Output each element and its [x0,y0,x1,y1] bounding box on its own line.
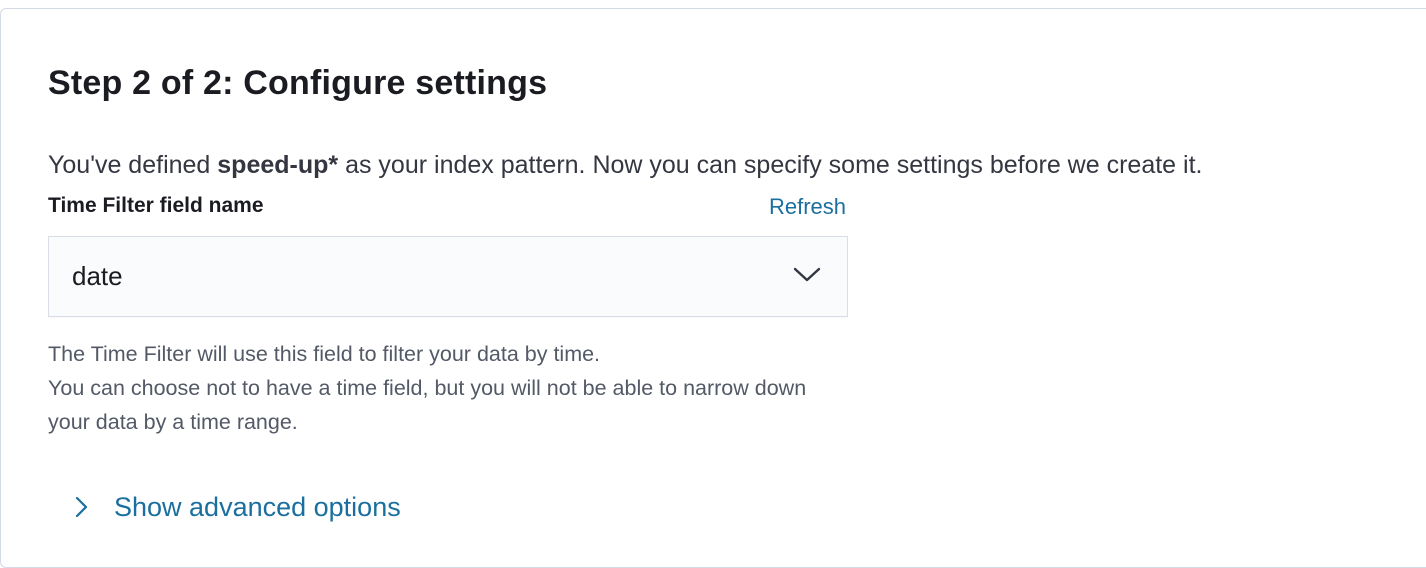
time-field-select[interactable]: date [48,236,848,317]
help-line-2: You can choose not to have a time field,… [48,376,807,434]
help-line-1: The Time Filter will use this field to f… [48,342,601,366]
index-pattern-name: speed-up* [217,151,339,179]
refresh-link[interactable]: Refresh [769,194,846,220]
time-field-selected-value: date [72,261,123,291]
show-advanced-options-label: Show advanced options [114,491,401,522]
time-filter-field-label: Time Filter field name [48,194,264,217]
intro-suffix: as your index pattern. Now you can speci… [338,151,1203,179]
intro-prefix: You've defined [48,151,218,179]
show-advanced-options-button[interactable]: Show advanced options [72,488,401,526]
chevron-right-icon [75,496,88,518]
chevron-down-icon [793,267,821,282]
page-title: Step 2 of 2: Configure settings [48,64,548,102]
intro-text: You've defined speed-up* as your index p… [48,151,1202,180]
time-field-header: Time Filter field name Refresh [48,192,848,222]
time-field-help-text: The Time Filter will use this field to f… [48,337,828,439]
